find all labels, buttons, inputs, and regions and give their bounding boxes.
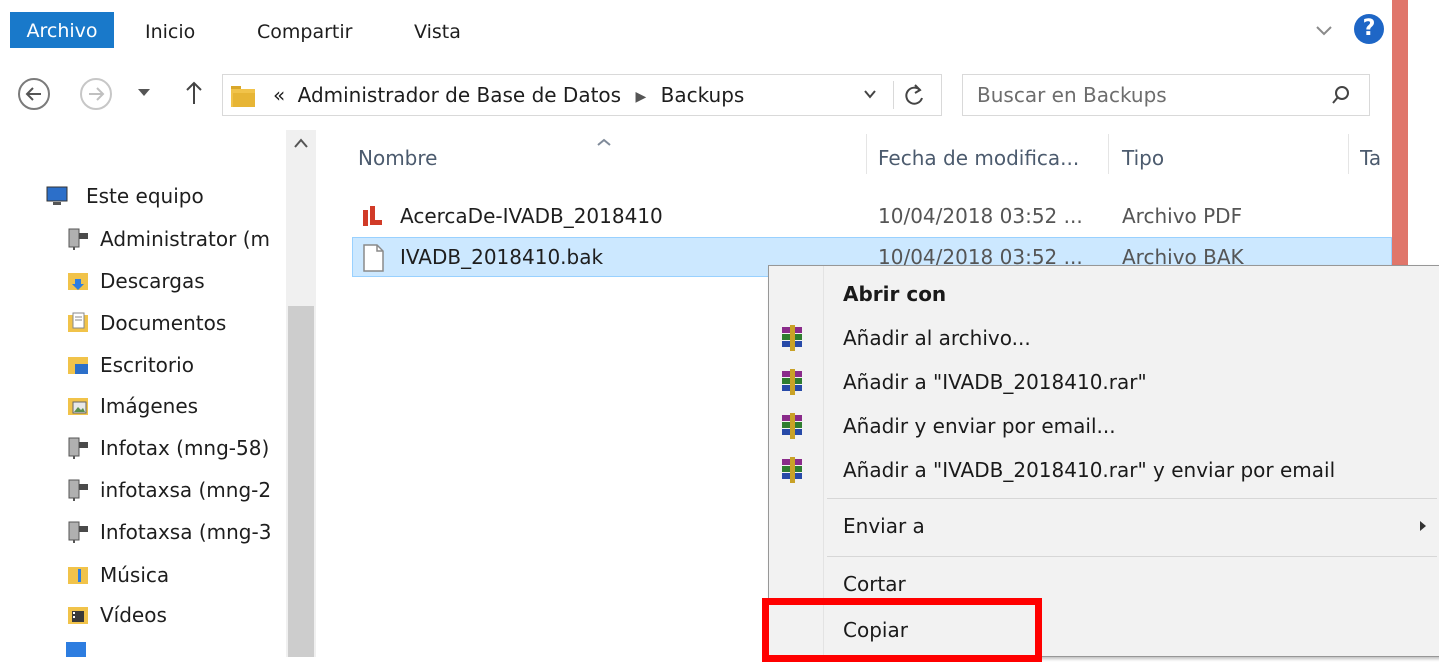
help-icon[interactable]: ? (1354, 14, 1384, 44)
breadcrumb-item-backups[interactable]: Backups (661, 83, 745, 107)
file-date: 10/04/2018 03:52 ... (878, 204, 1083, 228)
column-header-tipo[interactable]: Tipo (1122, 138, 1164, 178)
chevron-down-icon[interactable] (1314, 20, 1334, 40)
arrow-left-icon (25, 87, 41, 101)
winrar-icon (782, 413, 802, 439)
generic-file-icon (363, 244, 384, 272)
column-header-tamano[interactable]: Ta (1360, 138, 1392, 178)
documents-folder-icon (68, 312, 88, 332)
highlight-box (762, 598, 1042, 662)
recent-locations-chevron-icon[interactable] (137, 88, 151, 98)
downloads-folder-icon (68, 273, 88, 290)
file-name: AcercaDe-IVADB_2018410 (400, 204, 663, 228)
tab-vista[interactable]: Vista (414, 14, 461, 50)
network-drive-icon (68, 437, 88, 459)
computer-icon (46, 186, 68, 205)
winrar-icon (782, 325, 802, 351)
file-name: IVADB_2018410.bak (400, 245, 604, 269)
divider (893, 81, 894, 109)
scroll-up-arrow-icon[interactable] (294, 138, 308, 148)
tab-compartir[interactable]: Compartir (257, 14, 352, 50)
network-drive-icon (68, 228, 88, 250)
search-input[interactable] (975, 81, 1315, 109)
forward-button[interactable] (80, 78, 112, 110)
pictures-folder-icon (68, 398, 88, 415)
breadcrumb-chevron-icon[interactable]: ▶ (635, 77, 646, 117)
up-arrow-icon[interactable] (184, 80, 204, 106)
menu-separator (827, 498, 1437, 499)
menu-item-anadir-al-archivo[interactable]: Añadir al archivo... (769, 316, 1439, 360)
breadcrumb: « Administrador de Base de Datos ▶ Backu… (273, 75, 744, 115)
arrow-right-icon (89, 87, 105, 101)
column-header-fecha[interactable]: Fecha de modifica... (878, 138, 1079, 178)
menu-item-anadir-rar[interactable]: Añadir a "IVADB_2018410.rar" (769, 360, 1439, 404)
sort-ascending-icon (597, 138, 611, 146)
tab-inicio[interactable]: Inicio (145, 14, 195, 50)
ribbon: Archivo Inicio Compartir Vista ? (0, 0, 1439, 62)
network-drive-icon (68, 521, 88, 543)
navigation-scrollbar[interactable] (286, 130, 316, 657)
tab-archivo[interactable]: Archivo (10, 12, 114, 48)
winrar-icon (782, 457, 802, 483)
menu-separator (827, 556, 1437, 557)
search-icon[interactable] (1331, 85, 1351, 105)
column-divider[interactable] (1108, 134, 1109, 174)
column-header-nombre[interactable]: Nombre (358, 138, 437, 178)
address-bar[interactable]: « Administrador de Base de Datos ▶ Backu… (222, 74, 942, 116)
navigation-pane: Este equipo Administrator (m Descargas D… (0, 130, 316, 657)
back-button[interactable] (18, 78, 50, 110)
menu-item-anadir-enviar-email[interactable]: Añadir y enviar por email... (769, 404, 1439, 448)
file-type: Archivo PDF (1122, 204, 1243, 228)
chevron-down-icon[interactable] (863, 87, 877, 101)
breadcrumb-overflow[interactable]: « (273, 83, 285, 107)
menu-item-anadir-rar-enviar-email[interactable]: Añadir a "IVADB_2018410.rar" y enviar po… (769, 448, 1439, 492)
menu-item-enviar-a[interactable]: Enviar a (769, 504, 1439, 548)
network-drive-icon (68, 479, 88, 501)
disk-icon (66, 642, 86, 657)
winrar-icon (782, 369, 802, 395)
column-divider[interactable] (866, 134, 867, 174)
navigation-tree: Este equipo Administrator (m Descargas D… (0, 130, 286, 657)
folder-icon (231, 86, 255, 107)
pdf-file-icon (363, 206, 382, 226)
submenu-arrow-icon (1420, 521, 1426, 531)
breadcrumb-item-administrador[interactable]: Administrador de Base de Datos (298, 83, 621, 107)
refresh-icon[interactable] (903, 81, 927, 109)
menu-item-abrir-con[interactable]: Abrir con (769, 272, 1439, 316)
search-box[interactable] (962, 74, 1370, 116)
file-row[interactable]: AcercaDe-IVADB_2018410 10/04/2018 03:52 … (352, 196, 1392, 236)
desktop-folder-icon (68, 357, 88, 374)
column-divider[interactable] (1348, 134, 1349, 174)
music-folder-icon (68, 567, 88, 584)
scrollbar-thumb[interactable] (288, 306, 314, 657)
videos-folder-icon (68, 607, 88, 624)
